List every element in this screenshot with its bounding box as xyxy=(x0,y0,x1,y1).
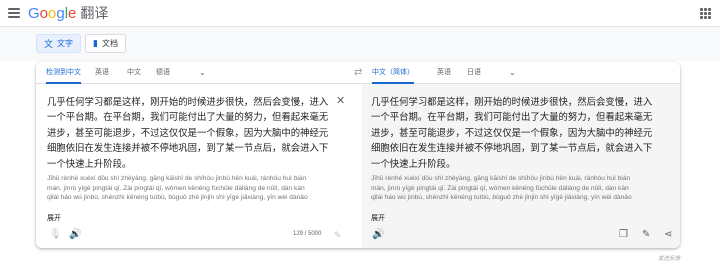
tab-target-chinese-simplified[interactable]: 中文（简体） xyxy=(372,62,414,84)
target-expand-link[interactable]: 展开 xyxy=(371,213,385,223)
target-line: 一个平台期。在平台期，我们可能付出了大量的努力，但看起来毫无 xyxy=(371,111,653,123)
source-more-languages-chevron-down-icon[interactable]: ⌄ xyxy=(199,68,206,77)
share-icon[interactable]: ⋖ xyxy=(664,230,672,240)
tab-source-german[interactable]: 德语 xyxy=(156,62,170,84)
google-translate-logo[interactable]: Google 翻译 xyxy=(28,4,108,23)
target-pane: 几乎任何学习都是这样，刚开始的时候进步很快，然后会变慢，进入 一个平台期。在平台… xyxy=(362,84,680,248)
source-line: 一个快速上升阶段。 xyxy=(47,157,132,169)
target-line: 细胞依旧在发生连接并被不停地巩固，到了某一节点后，就会进入下 xyxy=(371,142,653,154)
source-pane[interactable]: 几乎任何学习都是这样，刚开始的时候进步很快，然后会变慢，进入 一个平台期。在平台… xyxy=(36,84,354,248)
target-listen-speaker-icon[interactable]: 🔊 xyxy=(372,230,384,240)
hamburger-menu-icon[interactable] xyxy=(6,5,22,21)
source-line: 几乎任何学习都是这样，刚开始的时候进步很快，然后会变慢，进入 xyxy=(47,96,329,107)
apps-grid-icon[interactable] xyxy=(700,8,711,19)
tab-target-english[interactable]: 英语 xyxy=(437,62,451,84)
target-pinyin-line: màn, jìnrù yīgè píngtái qī. Zài píngtái … xyxy=(371,184,629,192)
language-bar: 检测到中文 英语 中文 德语 ⌄ ⇄ 中文（简体） 英语 日语 ⌄ xyxy=(36,62,680,84)
edit-suggestion-pencil-icon[interactable]: ✎ xyxy=(642,230,650,240)
logo-text: Google xyxy=(28,5,77,22)
text-mode-button[interactable]: 文 文字 xyxy=(36,34,82,53)
tab-source-chinese[interactable]: 中文 xyxy=(127,62,141,84)
source-romanization: Jīhū rènhé xuéxí dōu shì zhèyàng, gāng k… xyxy=(47,174,308,203)
source-pinyin-line: màn, jìnrù yīgè píngtái qī. Zài píngtái … xyxy=(47,184,305,192)
tab-source-english[interactable]: 英语 xyxy=(95,62,109,84)
handwriting-pencil-icon[interactable]: ✎ xyxy=(334,230,342,240)
docs-mode-button[interactable]: ▮ 文档 xyxy=(85,34,126,53)
tab-target-japanese[interactable]: 日语 xyxy=(467,62,481,84)
docs-mode-label: 文档 xyxy=(101,39,118,48)
target-pinyin-line: Jīhū rènhé xuéxí dōu shì zhèyàng, gāng k… xyxy=(371,175,631,182)
top-bar: Google 翻译 xyxy=(0,0,720,27)
pane-divider xyxy=(354,84,362,248)
translate-icon: 文 xyxy=(44,39,54,49)
source-expand-link[interactable]: 展开 xyxy=(47,213,61,223)
swap-languages-icon[interactable]: ⇄ xyxy=(354,67,362,78)
text-mode-label: 文字 xyxy=(57,39,74,48)
translation-card: 检测到中文 英语 中文 德语 ⌄ ⇄ 中文（简体） 英语 日语 ⌄ 几乎任何学习… xyxy=(36,62,680,248)
document-icon: ▮ xyxy=(93,38,98,48)
copy-icon[interactable]: ❐ xyxy=(619,230,628,240)
tab-detect-language[interactable]: 检测到中文 xyxy=(46,62,81,84)
source-line: 一个平台期。在平台期，我们可能付出了大量的努力，但看起来毫无 xyxy=(47,111,329,123)
target-line: 几乎任何学习都是这样，刚开始的时候进步很快，然后会变慢，进入 xyxy=(371,96,653,107)
target-line: 一个快速上升阶段。 xyxy=(371,157,456,169)
microphone-icon[interactable]: 🎙 xyxy=(49,230,62,240)
source-listen-speaker-icon[interactable]: 🔊 xyxy=(69,230,81,240)
clear-text-close-icon[interactable]: ✕ xyxy=(336,96,345,107)
source-pinyin-line: qǐlái háo wú jìnbù, shènzhì kěnéng tuìbù… xyxy=(47,194,308,202)
target-pinyin-line: qǐlái háo wú jìnbù, shènzhì kěnéng tuìbù… xyxy=(371,194,632,202)
mode-bar: 文 文字 ▮ 文档 xyxy=(0,27,720,61)
source-line: 细胞依旧在发生连接并被不停地巩固，到了某一节点后，就会进入下 xyxy=(47,142,329,154)
character-count: 129 / 5000 xyxy=(293,231,322,237)
product-name: 翻译 xyxy=(80,5,109,21)
source-text-input[interactable]: 几乎任何学习都是这样，刚开始的时候进步很快，然后会变慢，进入 一个平台期。在平台… xyxy=(47,94,328,171)
target-more-languages-chevron-down-icon[interactable]: ⌄ xyxy=(509,68,516,77)
send-feedback-link[interactable]: 发送反馈 xyxy=(658,254,680,262)
source-line: 进步，甚至可能退步，不过这仅仅是一个假象，因为大脑中的神经元 xyxy=(47,126,329,138)
source-pinyin-line: Jīhū rènhé xuéxí dōu shì zhèyàng, gāng k… xyxy=(47,175,307,182)
target-line: 进步，甚至可能退步，不过这仅仅是一个假象，因为大脑中的神经元 xyxy=(371,126,653,138)
translation-output: 几乎任何学习都是这样，刚开始的时候进步很快，然后会变慢，进入 一个平台期。在平台… xyxy=(371,94,652,171)
target-romanization: Jīhū rènhé xuéxí dōu shì zhèyàng, gāng k… xyxy=(371,174,632,203)
